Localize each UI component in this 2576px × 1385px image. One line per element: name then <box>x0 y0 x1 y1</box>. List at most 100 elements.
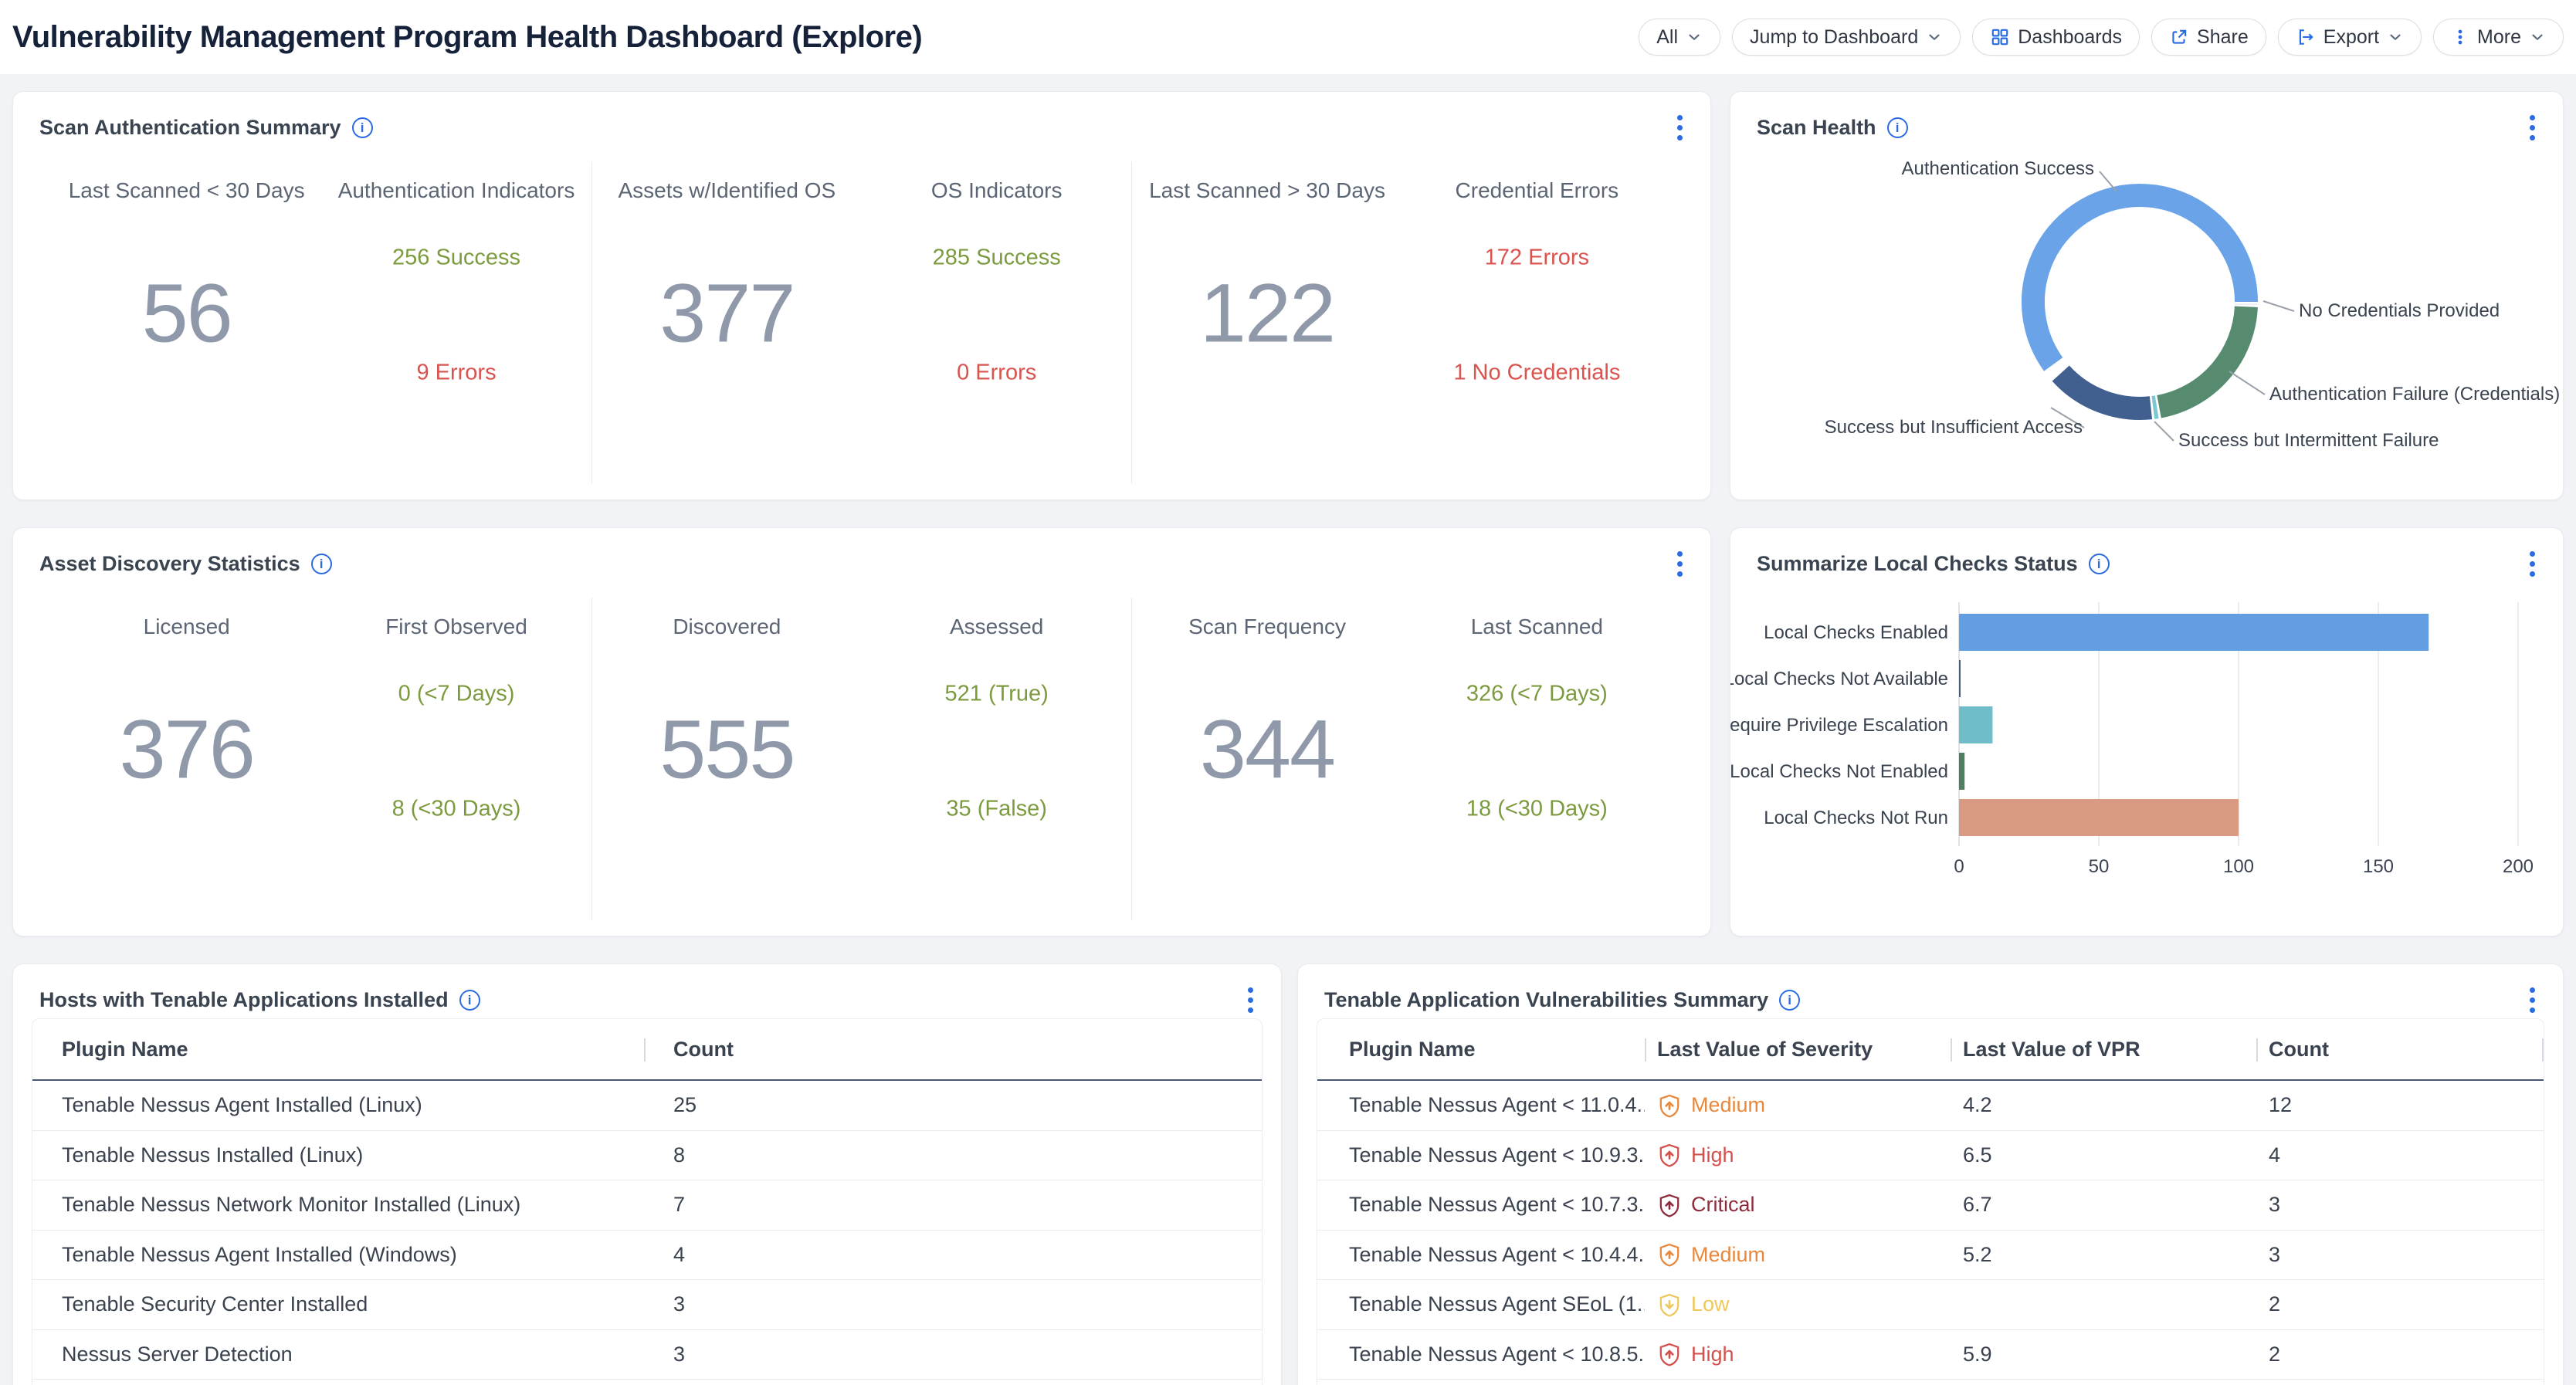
donut-label-authentication-success: Authentication Success <box>1902 158 2094 180</box>
more-button[interactable]: More <box>2433 19 2564 56</box>
cell-plugin-name: Tenable Nessus Agent < 11.0.4... <box>1317 1093 1645 1117</box>
panel-asset-discovery-statistics: Asset Discovery Statistics i Licensed 37… <box>12 527 1711 936</box>
cell-count: 2 <box>2256 1343 2544 1366</box>
donut-label-no-credentials-provided: No Credentials Provided <box>2299 300 2500 322</box>
bar-2[interactable]: Require Privilege Escalation: 12 <box>1959 706 1992 743</box>
header-divider <box>1645 1038 1646 1062</box>
hosts-table: Plugin Name Count Tenable Nessus Agent I… <box>32 1018 1263 1385</box>
table-row[interactable]: Nessus Server Detection3 <box>32 1330 1262 1380</box>
header-divider <box>644 1038 646 1062</box>
cell-count: 3 <box>2256 1243 2544 1267</box>
cell-count: 2 <box>2256 1292 2544 1316</box>
panel-summarize-local-checks-status: Summarize Local Checks Status i 05010015… <box>1730 527 2564 936</box>
cell-plugin-name: Tenable Nessus Agent < 10.9.3... <box>1317 1143 1645 1167</box>
kebab-menu-icon[interactable] <box>1673 548 1687 580</box>
share-button[interactable]: Share <box>2151 19 2266 56</box>
chevron-down-icon <box>2387 29 2404 46</box>
column-header-plugin-name[interactable]: Plugin Name <box>32 1019 644 1079</box>
vulnerabilities-table-header: Plugin Name Last Value of Severity Last … <box>1317 1019 2544 1081</box>
info-icon[interactable]: i <box>1779 990 1800 1011</box>
kebab-menu-icon[interactable] <box>1673 112 1687 144</box>
stat-column-authentication-indicators: Authentication Indicators 256 Success 9 … <box>321 161 591 484</box>
page-title: Vulnerability Management Program Health … <box>12 20 922 55</box>
filter-all-button[interactable]: All <box>1639 19 1720 56</box>
kebab-menu-icon[interactable] <box>1243 984 1258 1016</box>
donut-slice-4[interactable]: Success but Insufficient Access <box>2061 374 2151 408</box>
bar-3[interactable]: Local Checks Not Enabled: 2 <box>1959 753 1964 790</box>
donut-slice-3[interactable]: Success but Intermittent Failure <box>2153 407 2157 408</box>
export-button[interactable]: Export <box>2278 19 2422 56</box>
severity-badge: Critical <box>1691 1193 1755 1217</box>
x-tick-label: 0 <box>1954 856 1964 877</box>
bar-1[interactable]: Local Checks Not Available: 0.5 <box>1959 660 1961 697</box>
panel-hosts-with-tenable-applications: Hosts with Tenable Applications Installe… <box>12 963 1282 1385</box>
cell-count: 25 <box>644 1093 1262 1117</box>
table-row[interactable]: Tenable Security Center Installed3 <box>32 1280 1262 1330</box>
cell-plugin-name: Tenable Nessus Agent < 10.7.3... <box>1317 1193 1645 1217</box>
cell-plugin-name: Tenable Nessus Network Monitor Installed… <box>32 1193 644 1217</box>
table-row[interactable]: Tenable Nessus Installed (Linux)8 <box>32 1131 1262 1181</box>
panel-scan-authentication-summary: Scan Authentication Summary i Last Scann… <box>12 91 1711 500</box>
donut-callout-line <box>2154 422 2174 441</box>
donut-label-insufficient-access: Success but Insufficient Access <box>1825 417 2083 439</box>
table-row[interactable]: Tenable Nessus Agent < 10.7.3... Critica… <box>1317 1180 2544 1231</box>
severity-badge: High <box>1691 1343 1734 1366</box>
x-tick-label: 50 <box>2089 856 2110 877</box>
table-row[interactable]: Tenable Nessus Agent SEoL (1... Low2 <box>1317 1280 2544 1330</box>
panel-title: Hosts with Tenable Applications Installe… <box>39 988 449 1012</box>
table-row[interactable]: Tenable Nessus Agent < 11.0.4... Medium4… <box>1317 1081 2544 1131</box>
donut-label-intermittent-failure: Success but Intermittent Failure <box>2178 430 2439 452</box>
column-header-count[interactable]: Count <box>2256 1019 2544 1079</box>
severity-shield-icon <box>1657 1093 1682 1118</box>
table-row[interactable]: Tenable Nessus Agent < 10.4.4... Medium5… <box>1317 1231 2544 1281</box>
severity-shield-icon <box>1657 1292 1682 1317</box>
info-icon[interactable]: i <box>311 554 332 574</box>
dashboards-button[interactable]: Dashboards <box>1972 19 2140 56</box>
severity-shield-icon <box>1657 1193 1682 1217</box>
cell-plugin-name: Nessus Server Detection <box>32 1343 644 1366</box>
donut-callout-line <box>2263 301 2294 311</box>
cell-severity: High <box>1645 1143 1951 1167</box>
table-row[interactable]: Tenable Nessus Agent Installed (Windows)… <box>32 1231 1262 1281</box>
bar-category-label: Local Checks Enabled <box>1764 622 1948 643</box>
table-row[interactable]: Tenable Nessus Agent < 10.8.5... High5.9… <box>1317 1330 2544 1380</box>
cell-plugin-name: Tenable Security Center Installed <box>32 1292 644 1316</box>
table-row[interactable]: Tenable Nessus Agent Installed (Linux)25 <box>32 1081 1262 1131</box>
table-row[interactable]: Tenable Nessus Agent < 10.9.3... High6.5… <box>1317 1131 2544 1181</box>
stat-column-discovered: Discovered 555 <box>592 598 862 920</box>
column-header-plugin-name[interactable]: Plugin Name <box>1317 1019 1645 1079</box>
filter-all-label: All <box>1656 26 1678 49</box>
cell-count: 3 <box>2256 1193 2544 1217</box>
jump-to-dashboard-button[interactable]: Jump to Dashboard <box>1732 19 1961 56</box>
kebab-menu-icon[interactable] <box>2525 984 2540 1016</box>
toolbar: All Jump to Dashboard Dashboards Share <box>1639 19 2564 56</box>
cell-severity: Medium <box>1645 1242 1951 1267</box>
donut-slice-0[interactable]: Authentication Success <box>2033 195 2246 364</box>
grid-icon <box>1990 27 2010 47</box>
bar-category-label: Local Checks Not Enabled <box>1730 761 1948 782</box>
column-header-count[interactable]: Count <box>644 1019 1262 1079</box>
x-tick-label: 200 <box>2503 856 2534 877</box>
cell-vpr: 6.7 <box>1951 1193 2256 1217</box>
info-icon[interactable]: i <box>352 117 373 138</box>
bar-4[interactable]: Local Checks Not Run: 100 <box>1959 799 2239 836</box>
table-row[interactable]: Tenable Nessus Network Monitor Installed… <box>32 1180 1262 1231</box>
jump-to-dashboard-label: Jump to Dashboard <box>1750 26 1918 49</box>
cell-severity: Critical <box>1645 1193 1951 1217</box>
cell-count: 12 <box>2256 1093 2544 1117</box>
donut-slice-2[interactable]: Authentication Failure (Credentials) <box>2159 306 2246 406</box>
severity-badge: Medium <box>1691 1093 1765 1117</box>
cell-vpr: 6.5 <box>1951 1143 2256 1167</box>
info-icon[interactable]: i <box>459 990 480 1011</box>
header-divider <box>1951 1038 1952 1062</box>
column-header-last-value-of-severity[interactable]: Last Value of Severity <box>1645 1019 1951 1079</box>
stat-column-first-observed: First Observed 0 (<7 Days) 8 (<30 Days) <box>321 598 591 920</box>
chevron-down-icon <box>2529 29 2546 46</box>
bar-0[interactable]: Local Checks Enabled: 168 <box>1959 614 2429 651</box>
column-header-last-value-of-vpr[interactable]: Last Value of VPR <box>1951 1019 2256 1079</box>
cell-count: 3 <box>644 1292 1262 1316</box>
more-label: More <box>2477 26 2521 49</box>
cell-plugin-name: Tenable Nessus Installed (Linux) <box>32 1143 644 1167</box>
stat-column-last-scanned-lt-30: Last Scanned < 30 Days 56 <box>52 161 321 484</box>
stat-column-last-scanned-gt-30: Last Scanned > 30 Days 122 <box>1132 161 1402 484</box>
